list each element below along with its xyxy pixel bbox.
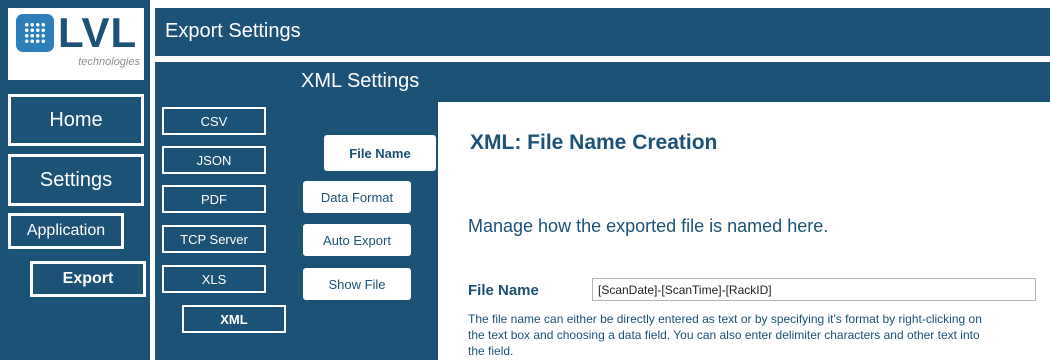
section-title: XML Settings bbox=[155, 62, 1050, 102]
format-tcp-server-button[interactable]: TCP Server bbox=[162, 225, 266, 253]
logo-subtitle: technologies bbox=[78, 56, 140, 68]
auto-export-tab[interactable]: Auto Export bbox=[303, 224, 411, 256]
file-name-input[interactable] bbox=[592, 278, 1036, 301]
format-csv-button[interactable]: CSV bbox=[162, 107, 266, 135]
nav-export-button[interactable]: Export bbox=[30, 261, 146, 297]
content-description: Manage how the exported file is named he… bbox=[468, 216, 829, 236]
file-name-label: File Name bbox=[468, 282, 539, 299]
nav-home-button[interactable]: Home bbox=[8, 94, 144, 146]
data-format-tab[interactable]: Data Format bbox=[303, 181, 411, 213]
logo-name: LVL bbox=[58, 9, 138, 56]
format-xml-button[interactable]: XML bbox=[182, 305, 286, 333]
help-text: The file name can either be directly ent… bbox=[468, 312, 982, 358]
nav-application-button[interactable]: Application bbox=[8, 213, 124, 249]
file-name-tab[interactable]: File Name bbox=[324, 135, 436, 171]
format-pdf-button[interactable]: PDF bbox=[162, 185, 266, 213]
format-json-button[interactable]: JSON bbox=[162, 146, 266, 174]
logo-dots-icon bbox=[24, 22, 46, 44]
nav-settings-button[interactable]: Settings bbox=[8, 154, 144, 206]
page-title: Export Settings bbox=[155, 8, 1050, 56]
format-xls-button[interactable]: XLS bbox=[162, 265, 266, 293]
content-title: XML: File Name Creation bbox=[470, 131, 718, 154]
show-file-tab[interactable]: Show File bbox=[303, 268, 411, 300]
